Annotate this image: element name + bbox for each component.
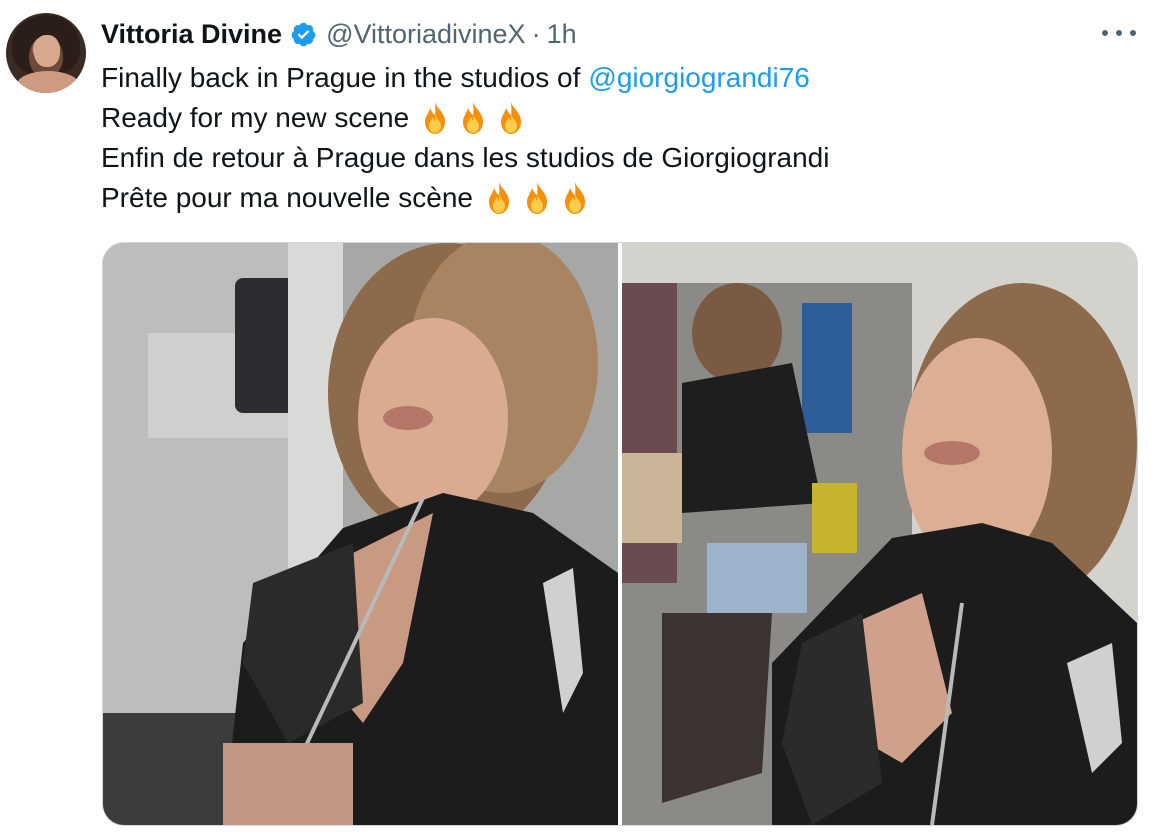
more-dot bbox=[1102, 30, 1108, 36]
avatar-shoulder bbox=[16, 71, 80, 93]
author-name[interactable]: Vittoria Divine bbox=[101, 19, 282, 50]
fire-emoji-icon bbox=[493, 100, 529, 136]
fire-emoji-icon bbox=[455, 100, 491, 136]
tweet-line-3: Enfin de retour à Prague dans les studio… bbox=[101, 138, 829, 178]
tweet-line-4: Prête pour ma nouvelle scène bbox=[101, 178, 829, 218]
media-grid bbox=[102, 242, 1138, 826]
tweet-line-1-text: Finally back in Prague in the studios of bbox=[101, 62, 581, 93]
author-handle[interactable]: @VittoriadivineX bbox=[326, 19, 526, 50]
fire-emoji-icon bbox=[481, 180, 517, 216]
tweet-header: Vittoria Divine @VittoriadivineX · 1h bbox=[101, 14, 577, 54]
mention-link[interactable]: @giorgiograndi76 bbox=[588, 58, 809, 98]
tweet-time[interactable]: 1h bbox=[547, 19, 577, 50]
verified-badge-icon bbox=[290, 21, 317, 48]
more-dot bbox=[1116, 30, 1122, 36]
media-photo-1[interactable] bbox=[103, 243, 618, 825]
fire-emoji-icon bbox=[557, 180, 593, 216]
media-photo-2[interactable] bbox=[622, 243, 1137, 825]
tweet-line-4-text: Prête pour ma nouvelle scène bbox=[101, 182, 473, 213]
fire-emoji-group bbox=[417, 100, 529, 136]
tweet-line-2: Ready for my new scene bbox=[101, 98, 829, 138]
more-dot bbox=[1130, 30, 1136, 36]
photo-1-illustration bbox=[103, 243, 618, 825]
author-avatar[interactable] bbox=[6, 13, 86, 93]
tweet-line-1: Finally back in Prague in the studios of… bbox=[101, 58, 829, 98]
tweet-line-3-text: Enfin de retour à Prague dans les studio… bbox=[101, 142, 830, 173]
fire-emoji-group bbox=[481, 180, 593, 216]
tweet-card[interactable]: Vittoria Divine @VittoriadivineX · 1h Fi… bbox=[0, 0, 1166, 840]
header-separator: · bbox=[531, 18, 541, 49]
more-options-icon[interactable] bbox=[1102, 21, 1136, 45]
tweet-line-2-text: Ready for my new scene bbox=[101, 102, 410, 133]
fire-emoji-icon bbox=[417, 100, 453, 136]
tweet-text: Finally back in Prague in the studios of… bbox=[101, 58, 829, 218]
fire-emoji-icon bbox=[519, 180, 555, 216]
avatar-face bbox=[34, 35, 60, 67]
photo-2-illustration bbox=[622, 243, 1137, 825]
